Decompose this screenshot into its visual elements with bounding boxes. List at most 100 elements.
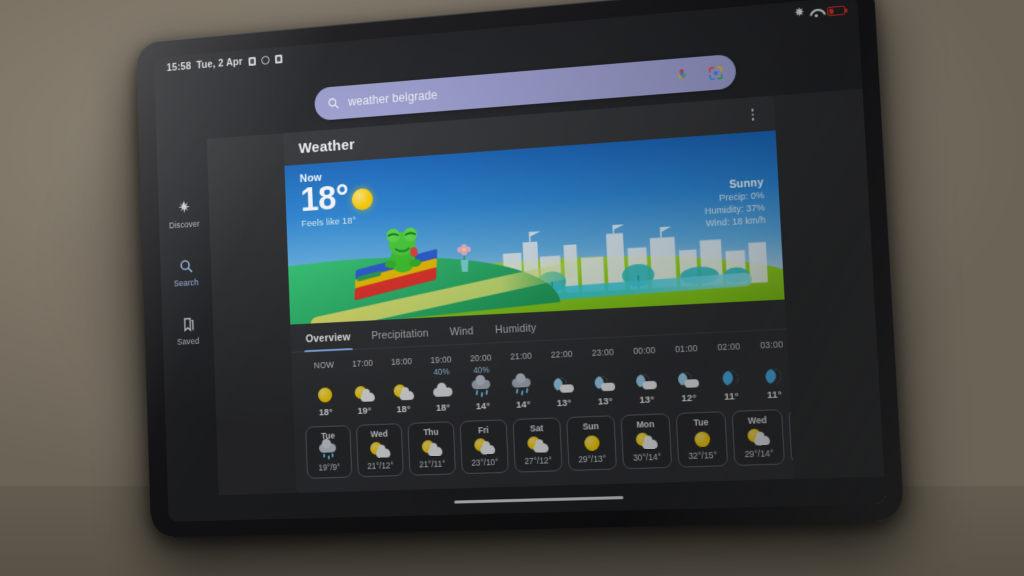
day-name: Sun (582, 420, 600, 432)
daily-item[interactable]: Sun 29°/13° (566, 415, 618, 471)
hour-time: NOW (313, 359, 335, 371)
hourly-item: 03:00 11° (750, 339, 790, 402)
day-name: Tue (693, 416, 709, 428)
search-input[interactable]: weather belgrade (348, 70, 667, 109)
hour-temp: 18° (396, 403, 411, 416)
day-name: Wed (747, 414, 768, 426)
hour-temp: 18° (318, 406, 333, 419)
partly-sunny-icon (392, 381, 414, 403)
rain-icon (511, 376, 534, 398)
hour-precip (562, 361, 563, 372)
partly-moon-icon (592, 372, 615, 394)
status-bar-date: Tue, 2 Apr (196, 56, 243, 72)
day-temps: 19°/9° (318, 462, 341, 473)
hour-precip: 40% (433, 367, 450, 378)
hour-time: 20:00 (469, 352, 492, 364)
hourly-item: 19:00 40% 18° (421, 354, 463, 414)
microphone-icon[interactable] (675, 67, 689, 84)
daily-item[interactable]: Mon 30°/14° (620, 413, 673, 470)
content-area: weather belgrade Weather Now 18° Feels l… (204, 20, 886, 521)
hourly-item: 17:00 19° (343, 357, 384, 417)
sun-icon (693, 429, 710, 448)
partly-sunny-icon (353, 383, 375, 405)
current-temperature: 18° (299, 177, 350, 219)
sidebar-item-discover[interactable]: Discover (162, 198, 206, 230)
weather-result-card: Weather Now 18° Feels like 18° Sunny Pre… (283, 95, 795, 493)
search-icon (178, 258, 194, 275)
hourly-item: NOW 18° (305, 359, 346, 419)
sidebar-item-label: Discover (168, 218, 200, 231)
daily-item[interactable]: Wed 29°/14° (731, 409, 785, 466)
daily-item[interactable]: Tue 32°/15° (675, 411, 729, 468)
tablet-device: 15:58 Tue, 2 Apr ✵ Discover Search Saved… (135, 0, 905, 538)
bluetooth-icon: ✵ (794, 7, 805, 20)
daily-item[interactable]: Sat 27°/12° (512, 417, 563, 473)
day-name: Sat (529, 422, 544, 434)
daily-item[interactable]: Fri 23°/10° (459, 419, 509, 475)
sidebar-item-search[interactable]: Search (164, 257, 208, 289)
hour-temp: 18° (435, 402, 451, 414)
day-name: Fri (477, 424, 490, 436)
hour-time: 22:00 (550, 348, 573, 360)
hour-temp: 13° (639, 394, 655, 407)
day-temps: 32°/15° (688, 449, 718, 462)
hour-time: 17:00 (351, 357, 374, 369)
illustration-frog (380, 221, 424, 275)
hour-time: 01:00 (674, 343, 698, 355)
day-temps: 21°/12° (367, 460, 394, 472)
battery-low-icon (826, 4, 846, 16)
hour-time: 18:00 (390, 356, 413, 367)
day-name: Mon (636, 418, 655, 430)
daily-item[interactable]: Wed 21°/12° (355, 423, 404, 478)
hour-temp: 12° (681, 392, 697, 405)
tab-overview[interactable]: Overview (305, 331, 351, 351)
partly-sunny-icon (526, 435, 549, 454)
day-name: Wed (370, 428, 388, 440)
hour-time: 02:00 (717, 341, 741, 353)
home-gesture-pill[interactable] (454, 495, 624, 504)
partly-sunny-icon (369, 441, 391, 460)
tab-wind[interactable]: Wind (449, 325, 474, 344)
hour-temp: 13° (597, 395, 613, 408)
day-temps: 30°/14° (632, 451, 662, 463)
partly-moon-icon (634, 371, 657, 393)
partly-sunny-icon (635, 431, 658, 450)
sun-icon (317, 384, 333, 405)
hourly-item: 22:00 13° (541, 348, 585, 409)
partly-sunny-icon (421, 439, 443, 458)
rain-icon (471, 378, 492, 400)
sidebar-item-label: Search (173, 277, 199, 289)
tab-precipitation[interactable]: Precipitation (371, 328, 429, 349)
tablet-perspective-wrapper: 15:58 Tue, 2 Apr ✵ Discover Search Saved… (0, 0, 1024, 576)
hour-temp: 14° (515, 399, 531, 411)
day-name: Thu (423, 426, 439, 438)
hour-temp: 14° (475, 400, 491, 413)
status-bar-time: 15:58 (166, 60, 192, 74)
day-temps: 29°/14° (744, 448, 774, 460)
hourly-item: 00:00 13° (623, 344, 668, 406)
day-temps: 23°/10° (471, 456, 499, 468)
partly-sunny-icon (473, 437, 496, 456)
sun-icon (351, 187, 374, 211)
illustration-flower-vase (453, 241, 476, 273)
screenshot-icon (274, 54, 283, 64)
google-lens-icon[interactable] (708, 64, 724, 80)
daily-item[interactable]: Thu 21°/11° (407, 421, 456, 476)
hour-temp: 11° (766, 389, 783, 402)
partly-moon-icon (676, 369, 699, 391)
hour-time: 21:00 (510, 350, 533, 362)
search-icon (326, 96, 340, 111)
gear-icon (260, 55, 270, 65)
more-vert-icon[interactable] (743, 105, 763, 125)
hour-precip (645, 358, 646, 369)
hour-time: 03:00 (759, 339, 784, 351)
daily-item[interactable]: Tue 19°/9° (305, 425, 353, 479)
hour-temp: 11° (723, 390, 739, 403)
tab-humidity[interactable]: Humidity (495, 322, 537, 342)
hour-precip (729, 354, 730, 365)
sidebar-item-saved[interactable]: Saved (166, 315, 210, 347)
sparkle-icon (176, 199, 192, 216)
wifi-icon (809, 7, 822, 17)
sim-icon (247, 56, 256, 66)
tablet-screen: 15:58 Tue, 2 Apr ✵ Discover Search Saved… (153, 0, 886, 522)
